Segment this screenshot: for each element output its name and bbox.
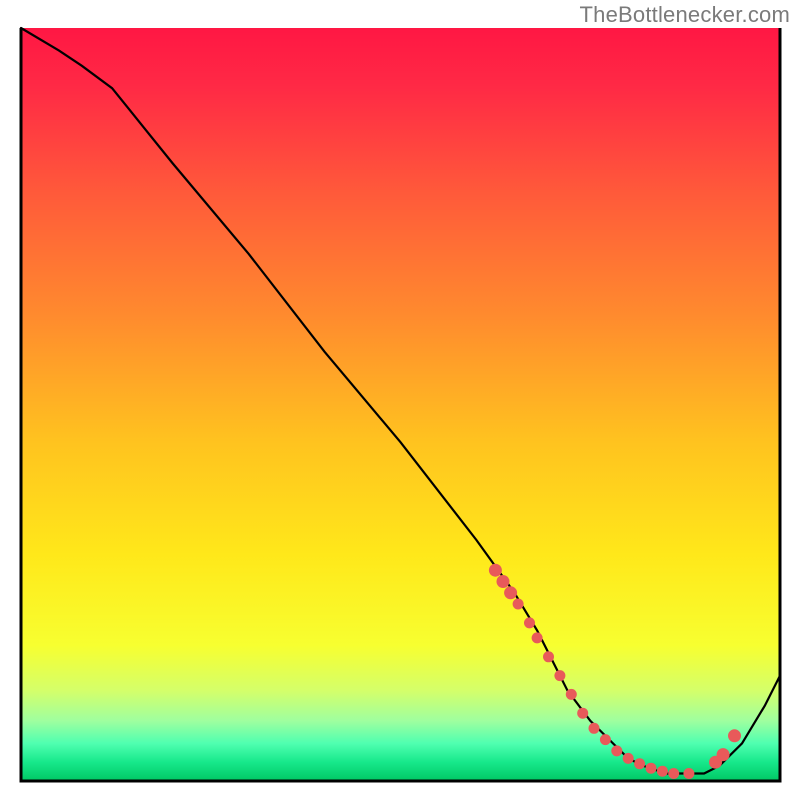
data-marker — [543, 651, 554, 662]
data-marker — [728, 729, 741, 742]
data-marker — [657, 766, 668, 777]
data-marker — [577, 708, 588, 719]
data-marker — [634, 758, 645, 769]
data-marker — [611, 745, 622, 756]
data-marker — [524, 617, 535, 628]
data-marker — [646, 763, 657, 774]
data-marker — [504, 586, 517, 599]
bottleneck-chart: TheBottlenecker.com — [0, 0, 800, 800]
data-marker — [683, 768, 694, 779]
chart-svg — [0, 0, 800, 800]
data-marker — [554, 670, 565, 681]
data-marker — [513, 599, 524, 610]
plot-background — [21, 28, 780, 781]
data-marker — [489, 564, 502, 577]
data-marker — [600, 734, 611, 745]
data-marker — [497, 575, 510, 588]
data-marker — [532, 632, 543, 643]
data-marker — [589, 723, 600, 734]
data-marker — [668, 768, 679, 779]
data-marker — [566, 689, 577, 700]
data-marker — [623, 753, 634, 764]
data-marker — [717, 748, 730, 761]
attribution-text: TheBottlenecker.com — [580, 2, 790, 28]
